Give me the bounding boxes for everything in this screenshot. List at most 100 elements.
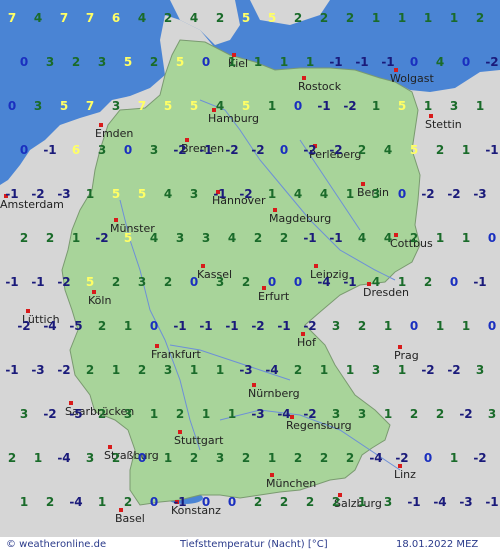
temperature-value: 0 <box>20 143 28 157</box>
temperature-value: 1 <box>150 407 158 421</box>
temperature-value: 3 <box>358 407 366 421</box>
temperature-value: -3 <box>239 363 252 377</box>
temperature-value: 3 <box>138 275 146 289</box>
temperature-value: 2 <box>476 11 484 25</box>
temperature-value: 3 <box>112 99 120 113</box>
temperature-value: 6 <box>112 11 120 25</box>
temperature-value: 4 <box>436 55 444 69</box>
temperature-value: 2 <box>20 231 28 245</box>
temperature-value: 1 <box>72 231 80 245</box>
temperature-value: -5 <box>69 319 82 333</box>
temperature-value: -1 <box>5 275 18 289</box>
temperature-value: 2 <box>436 407 444 421</box>
temperature-value: 5 <box>86 275 94 289</box>
temperature-value: 3 <box>216 275 224 289</box>
temperature-value: -2 <box>421 363 434 377</box>
temperature-value: 7 <box>8 11 16 25</box>
temperature-value: 1 <box>190 363 198 377</box>
temperature-value: -2 <box>57 275 70 289</box>
temperature-value: -4 <box>43 319 56 333</box>
temperature-value: 1 <box>398 275 406 289</box>
temperature-value: 1 <box>436 231 444 245</box>
temperature-value: 3 <box>164 363 172 377</box>
temperature-value: 4 <box>358 231 366 245</box>
temperature-value: -1 <box>381 55 394 69</box>
temperature-value: 0 <box>294 275 302 289</box>
temperature-value: -1 <box>485 495 498 509</box>
temperature-value: 1 <box>398 11 406 25</box>
temperature-value: 3 <box>332 407 340 421</box>
temperature-value: -2 <box>329 143 342 157</box>
temperature-value: 1 <box>384 407 392 421</box>
temperature-value: -2 <box>395 451 408 465</box>
temperature-value: 1 <box>476 99 484 113</box>
temperature-value: 2 <box>346 451 354 465</box>
temperature-value: 2 <box>98 407 106 421</box>
temperature-value: -2 <box>239 187 252 201</box>
temperature-value: 3 <box>86 451 94 465</box>
city-label: Köln <box>88 294 111 307</box>
temperature-value: 2 <box>280 231 288 245</box>
city-label: Münster <box>110 222 155 235</box>
temperature-value: -1 <box>5 363 18 377</box>
temperature-value: 3 <box>150 143 158 157</box>
temperature-value: 0 <box>138 451 146 465</box>
temperature-value: 6 <box>72 143 80 157</box>
temperature-value: 2 <box>320 451 328 465</box>
temperature-value: 1 <box>346 187 354 201</box>
temperature-value: 3 <box>332 319 340 333</box>
temperature-value: 1 <box>216 363 224 377</box>
temperature-value: 2 <box>190 451 198 465</box>
temperature-value: 2 <box>242 275 250 289</box>
temperature-value: 2 <box>294 451 302 465</box>
city-label: Wolgast <box>390 72 434 85</box>
temperature-value: -1 <box>407 495 420 509</box>
temperature-value: 0 <box>294 99 302 113</box>
temperature-value: -1 <box>31 275 44 289</box>
temperature-value: -2 <box>251 143 264 157</box>
city-label: Frankfurt <box>151 348 201 361</box>
temperature-value: 2 <box>216 11 224 25</box>
temperature-value: 1 <box>346 363 354 377</box>
temperature-value: 3 <box>98 143 106 157</box>
temperature-value: -4 <box>277 407 290 421</box>
temperature-value: 2 <box>410 407 418 421</box>
temperature-value: 1 <box>384 319 392 333</box>
temperature-value: -1 <box>303 231 316 245</box>
temperature-value: 4 <box>138 11 146 25</box>
temperature-value: -1 <box>329 55 342 69</box>
temperature-value: 1 <box>462 143 470 157</box>
temperature-value: 0 <box>488 231 496 245</box>
temperature-value: 0 <box>410 319 418 333</box>
city-label: Magdeburg <box>269 212 331 225</box>
footer-credit[interactable]: © weatheronline.de <box>6 539 106 550</box>
temperature-value: 7 <box>60 11 68 25</box>
temperature-value: 7 <box>86 99 94 113</box>
footer-bar: © weatheronline.de Tiefsttemperatur (Nac… <box>0 537 500 553</box>
temperature-value: 5 <box>190 99 198 113</box>
temperature-value: 1 <box>254 55 262 69</box>
temperature-value: -3 <box>459 495 472 509</box>
temperature-value: 3 <box>124 407 132 421</box>
temperature-value: -2 <box>225 143 238 157</box>
city-label: Stuttgart <box>174 434 224 447</box>
temperature-value: -1 <box>173 495 186 509</box>
temperature-value: 2 <box>124 495 132 509</box>
temperature-value: 2 <box>320 11 328 25</box>
city-label: Stettin <box>425 118 462 131</box>
city-label: Prag <box>394 349 419 362</box>
temperature-value: 3 <box>384 495 392 509</box>
temperature-value: 1 <box>268 99 276 113</box>
temperature-value: 0 <box>450 275 458 289</box>
temperature-value: 4 <box>216 99 224 113</box>
temperature-value: 2 <box>242 451 250 465</box>
temperature-value: 1 <box>34 451 42 465</box>
temperature-value: 2 <box>46 495 54 509</box>
temperature-value: 0 <box>20 55 28 69</box>
temperature-value: 0 <box>124 143 132 157</box>
temperature-value: 2 <box>86 363 94 377</box>
temperature-value: 0 <box>268 275 276 289</box>
temperature-value: 5 <box>398 99 406 113</box>
temperature-value: 3 <box>34 99 42 113</box>
temperature-value: 2 <box>8 451 16 465</box>
